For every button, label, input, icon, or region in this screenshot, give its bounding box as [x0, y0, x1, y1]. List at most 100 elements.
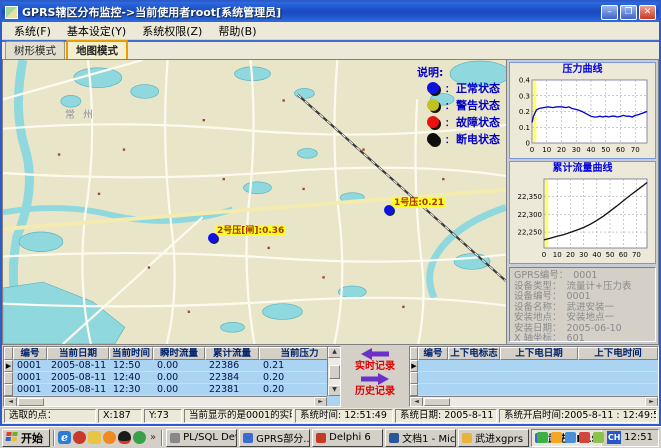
svg-text:50: 50 [606, 251, 615, 259]
menu-permissions[interactable]: 系统权限(Z) [134, 22, 210, 40]
scroll-left-icon[interactable]: ◄ [4, 397, 17, 407]
map-marker-dot-1[interactable] [384, 205, 394, 215]
map-area[interactable]: 常州 说明: ：正常状态：警告状态：故障状态：断电状态1号压:0.212号压[闸… [2, 59, 506, 345]
svg-text:0.3: 0.3 [519, 92, 530, 100]
scroll-right-icon[interactable]: ► [314, 397, 327, 407]
realtime-table-row-0[interactable]: ▶00012005-08-1112:500.00223860.21 [4, 360, 340, 372]
realtime-table-cell-2-1: 2005-08-11 [47, 384, 109, 396]
menu-help[interactable]: 帮助(B) [210, 22, 264, 40]
realtime-table-header-0[interactable]: 编号 [13, 347, 47, 360]
scroll-thumb[interactable] [329, 365, 340, 379]
msn-icon[interactable] [103, 431, 116, 444]
browser-globe-icon[interactable] [133, 431, 146, 444]
device-info-value: 流量计+压力表 [567, 281, 632, 292]
scroll-left-icon[interactable]: ◄ [410, 397, 423, 407]
taskbar-separator [53, 430, 55, 446]
realtime-table[interactable]: 编号当前日期当前时间瞬时流量累计流量当前压力▶00012005-08-1112:… [3, 346, 341, 407]
realtime-records-button[interactable]: 实时记录 [355, 361, 395, 372]
task-button-4[interactable]: 武进xgprs [458, 429, 529, 447]
tab-map-mode[interactable]: 地图模式 [66, 40, 128, 59]
scroll-down-icon[interactable]: ▼ [328, 385, 341, 396]
close-button[interactable]: ✕ [639, 5, 656, 20]
tray-update-icon[interactable] [551, 432, 562, 443]
tray-antivirus-icon[interactable] [579, 432, 590, 443]
notes-icon[interactable] [88, 431, 101, 444]
scroll-up-icon[interactable]: ▲ [328, 347, 341, 358]
svg-text:0.4: 0.4 [519, 77, 531, 85]
flow-chart-title: 累计流量曲线 [510, 162, 655, 175]
realtime-table-vertical-scrollbar[interactable]: ▲▼ [327, 347, 340, 396]
power-table-header-1[interactable]: 上下电标志 [448, 347, 500, 360]
device-info-value: 0001 [573, 270, 597, 281]
flow-chart-plot: 22,25022,30022,350010203040506070 [510, 175, 653, 259]
task-button-0[interactable]: PL/SQL Dev... [166, 429, 237, 447]
start-button[interactable]: 开始 [2, 429, 50, 447]
history-records-button[interactable]: 历史记录 [355, 386, 395, 397]
device-info-panel: GPRS编号：0001设备类型：流量计+压力表设备编号：0001设备名称：武进安… [509, 267, 656, 342]
device-info-label: 设备类型： [514, 281, 562, 292]
realtime-arrow-icon [361, 348, 389, 360]
realtime-table-header-2[interactable]: 当前时间 [109, 347, 153, 360]
app-icon [5, 6, 18, 19]
realtime-table-horizontal-scrollbar[interactable]: ◄► [4, 396, 327, 406]
power-table-row-2[interactable] [410, 384, 658, 396]
qq-icon[interactable] [118, 431, 131, 444]
power-table-cell-0-2 [500, 360, 578, 372]
quick-launch: e » [58, 431, 158, 444]
power-table-header-3[interactable]: 上下电时间 [578, 347, 658, 360]
task-label-2: Delphi 6 [329, 432, 371, 443]
map-marker-label-2: 2号压[闸]:0.36 [215, 226, 286, 236]
realtime-table-row-1[interactable]: 00012005-08-1112:400.00223840.20 [4, 372, 340, 384]
task-label-3: 文档1 - Mic... [402, 430, 456, 445]
tray-volume-icon[interactable] [565, 432, 576, 443]
tab-tree-mode[interactable]: 树形模式 [5, 41, 65, 59]
svg-text:0: 0 [542, 251, 546, 259]
pressure-chart-title: 压力曲线 [510, 63, 655, 76]
minimize-button[interactable]: – [601, 5, 618, 20]
power-table-row-marker-1 [410, 372, 418, 384]
status-coord-y: Y:73 [144, 409, 182, 423]
svg-text:50: 50 [601, 146, 610, 154]
scroll-thumb[interactable] [424, 398, 450, 406]
media-player-icon[interactable] [73, 431, 86, 444]
realtime-table-cell-1-1: 2005-08-11 [47, 372, 109, 384]
task-button-1[interactable]: GPRS部分.... [239, 429, 310, 447]
language-indicator[interactable]: CH [607, 431, 621, 444]
realtime-table-header-4[interactable]: 累计流量 [205, 347, 259, 360]
realtime-table-cell-0-0: 0001 [13, 360, 47, 372]
power-table-header-0[interactable]: 编号 [418, 347, 448, 360]
menu-system[interactable]: 系统(F) [6, 22, 59, 40]
power-table-header-2[interactable]: 上下电日期 [500, 347, 578, 360]
realtime-table-row-marker-1 [4, 372, 13, 384]
tray-messenger-icon[interactable] [593, 432, 604, 443]
scroll-right-icon[interactable]: ► [645, 397, 658, 407]
menu-basic-settings[interactable]: 基本设定(Y) [59, 22, 134, 40]
pressure-chart: 压力曲线 00.10.20.30.4010203040506070 [509, 62, 656, 159]
power-table-row-0[interactable]: ▶ [410, 360, 658, 372]
tray-network-icon[interactable] [537, 432, 548, 443]
power-table-horizontal-scrollbar[interactable]: ◄► [410, 396, 658, 406]
task-button-3[interactable]: 文档1 - Mic... [385, 429, 456, 447]
legend-label-normal: 正常状态 [456, 80, 500, 96]
power-table-row-1[interactable] [410, 372, 658, 384]
realtime-table-header-1[interactable]: 当前日期 [47, 347, 109, 360]
legend-separator: ： [445, 99, 454, 112]
map-marker-dot-2[interactable] [208, 233, 218, 243]
realtime-table-cell-2-0: 0001 [13, 384, 47, 396]
realtime-table-cell-2-4: 22381 [205, 384, 259, 396]
power-table[interactable]: 编号上下电标志上下电日期上下电时间▶◄► [409, 346, 659, 407]
title-bar[interactable]: GPRS辖区分布监控->当前使用者root[系统管理员] – ❐ ✕ [2, 2, 659, 22]
device-info-label: 设备编号： [514, 291, 562, 302]
task-label-4: 武进xgprs [475, 430, 523, 445]
ie-icon[interactable]: e [58, 431, 71, 444]
restore-button[interactable]: ❐ [620, 5, 637, 20]
svg-text:0.1: 0.1 [519, 124, 530, 132]
pressure-chart-plot: 00.10.20.30.4010203040506070 [510, 76, 653, 154]
realtime-table-row-2[interactable]: 00012005-08-1112:300.00223810.20 [4, 384, 340, 396]
task-button-2[interactable]: Delphi 6 [312, 429, 383, 447]
history-arrow-icon [361, 373, 389, 385]
quick-launch-more-icon[interactable]: » [148, 432, 158, 443]
scroll-thumb[interactable] [18, 398, 44, 406]
realtime-table-header-3[interactable]: 瞬时流量 [153, 347, 205, 360]
menu-bar: 系统(F)基本设定(Y)系统权限(Z)帮助(B) [2, 22, 659, 40]
